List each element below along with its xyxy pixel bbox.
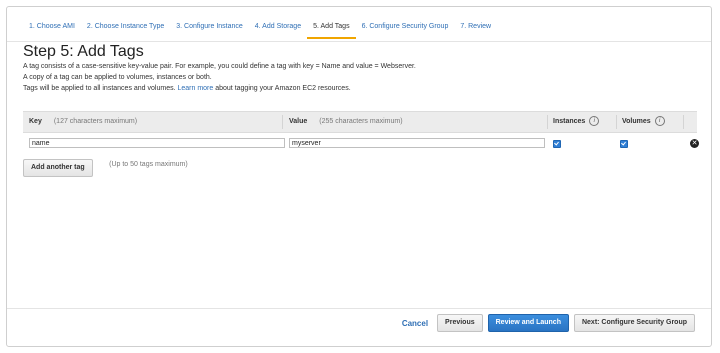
tab-review[interactable]: 7. Review bbox=[454, 21, 497, 39]
footer-divider bbox=[7, 308, 711, 309]
header-value-hint: (255 characters maximum) bbox=[319, 118, 403, 125]
header-value: Value (255 characters maximum) bbox=[289, 112, 403, 132]
tab-add-storage[interactable]: 4. Add Storage bbox=[249, 21, 307, 39]
header-separator bbox=[547, 115, 548, 129]
volumes-checkbox[interactable] bbox=[620, 140, 628, 148]
cancel-link[interactable]: Cancel bbox=[402, 319, 428, 328]
tab-choose-ami[interactable]: 1. Choose AMI bbox=[23, 21, 81, 39]
header-instances: Instances i bbox=[553, 112, 600, 132]
tab-choose-instance-type[interactable]: 2. Choose Instance Type bbox=[81, 21, 170, 39]
header-key: Key (127 characters maximum) bbox=[29, 112, 137, 132]
header-separator bbox=[282, 115, 283, 129]
tag-key-input[interactable] bbox=[29, 138, 285, 148]
header-instances-label: Instances bbox=[553, 118, 586, 125]
wizard-divider bbox=[7, 41, 711, 42]
tags-table-header: Key (127 characters maximum) Value (255 ch… bbox=[23, 111, 697, 133]
intro-line-1: A tag consists of a case-sensitive key-v… bbox=[23, 63, 416, 70]
tab-configure-security-group[interactable]: 6. Configure Security Group bbox=[356, 21, 455, 39]
previous-button[interactable]: Previous bbox=[437, 314, 483, 332]
intro-line-3: Tags will be applied to all instances an… bbox=[23, 83, 416, 94]
add-tag-row: Add another tag (Up to 50 tags maximum) bbox=[23, 156, 188, 177]
header-key-label: Key bbox=[29, 118, 42, 125]
header-volumes: Volumes i bbox=[622, 112, 665, 132]
header-key-hint: (127 characters maximum) bbox=[53, 118, 138, 125]
header-volumes-label: Volumes bbox=[622, 118, 651, 125]
intro-line-3-suffix: about tagging your Amazon EC2 resources. bbox=[215, 85, 351, 92]
tag-value-input[interactable] bbox=[289, 138, 545, 148]
header-value-label: Value bbox=[289, 118, 308, 125]
tags-table: Key (127 characters maximum) Value (255 ch… bbox=[23, 111, 699, 153]
table-row: ✕ bbox=[23, 133, 699, 153]
intro-text: A tag consists of a case-sensitive key-v… bbox=[23, 61, 416, 94]
wizard-steps: 1. Choose AMI 2. Choose Instance Type 3.… bbox=[23, 21, 497, 43]
wizard-footer: Cancel Previous Review and Launch Next: … bbox=[402, 314, 695, 332]
page-title: Step 5: Add Tags bbox=[23, 43, 144, 60]
intro-line-3-text: Tags will be applied to all instances an… bbox=[23, 85, 176, 92]
header-separator bbox=[683, 115, 684, 129]
launch-wizard-panel: 1. Choose AMI 2. Choose Instance Type 3.… bbox=[6, 6, 712, 347]
tab-configure-instance[interactable]: 3. Configure Instance bbox=[170, 21, 249, 39]
intro-line-2: A copy of a tag can be applied to volume… bbox=[23, 74, 212, 81]
remove-tag-icon[interactable]: ✕ bbox=[690, 139, 699, 148]
add-tag-hint: (Up to 50 tags maximum) bbox=[109, 161, 188, 169]
info-icon[interactable]: i bbox=[589, 116, 600, 127]
next-configure-security-group-button[interactable]: Next: Configure Security Group bbox=[573, 314, 695, 332]
header-separator bbox=[616, 115, 617, 129]
add-another-tag-button[interactable]: Add another tag bbox=[23, 159, 93, 177]
instances-checkbox[interactable] bbox=[553, 140, 561, 148]
info-icon[interactable]: i bbox=[654, 116, 665, 127]
review-and-launch-button[interactable]: Review and Launch bbox=[487, 314, 569, 332]
learn-more-link[interactable]: Learn more bbox=[177, 85, 213, 92]
tab-add-tags[interactable]: 5. Add Tags bbox=[307, 21, 356, 39]
